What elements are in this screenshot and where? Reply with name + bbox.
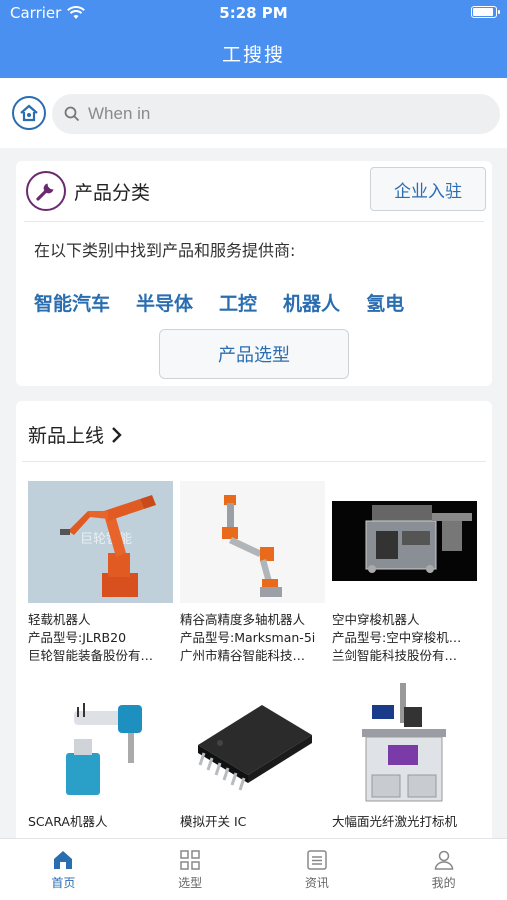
category-card: 产品分类 企业入驻 在以下类别中找到产品和服务提供商: 智能汽车 半导体 工控 … <box>16 161 492 386</box>
home-logo-button[interactable] <box>12 96 46 130</box>
product-card[interactable]: 大幅面光纤激光打标机 <box>332 683 477 831</box>
product-name: 精谷高精度多轴机器人 <box>180 612 306 627</box>
product-card[interactable]: 空中穿梭机器人 产品型号:空中穿梭机… 兰剑智能科技股份有… <box>332 481 477 665</box>
divider <box>24 221 484 222</box>
product-card[interactable]: 模拟开关 IC <box>180 683 325 831</box>
search-row <box>0 78 507 148</box>
new-products-title: 新品上线 <box>28 425 105 447</box>
house-icon <box>20 104 38 122</box>
divider <box>22 461 486 462</box>
new-products-header[interactable]: 新品上线 <box>28 421 122 448</box>
category-link-smart-car[interactable]: 智能汽车 <box>34 289 110 316</box>
new-products-card: 新品上线 巨轮智能 轻载机器人 产品型号:JLRB20 巨轮智能装备股份有… 精… <box>16 401 492 871</box>
status-time: 5:28 PM <box>219 4 288 22</box>
grid-icon <box>180 850 200 870</box>
product-model: 产品型号:空中穿梭机… <box>332 630 462 645</box>
status-bar: Carrier 5:28 PM <box>0 0 507 26</box>
product-name: 空中穿梭机器人 <box>332 612 420 627</box>
product-company: 兰剑智能科技股份有… <box>332 648 458 663</box>
battery-icon <box>471 6 500 18</box>
product-company: 广州市精谷智能科技… <box>180 648 306 663</box>
tab-news[interactable]: 资讯 <box>254 839 381 900</box>
product-model: 产品型号:JLRB20 <box>28 630 127 645</box>
product-card[interactable]: 巨轮智能 轻载机器人 产品型号:JLRB20 巨轮智能装备股份有… <box>28 481 173 665</box>
category-description: 在以下类别中找到产品和服务提供商: <box>34 241 296 260</box>
product-name: 大幅面光纤激光打标机 <box>332 814 458 829</box>
category-link-semiconductor[interactable]: 半导体 <box>136 289 193 316</box>
category-link-robot[interactable]: 机器人 <box>283 289 340 316</box>
product-image-cobot <box>180 481 325 603</box>
product-image-ic-chip <box>180 683 325 805</box>
product-name: 轻载机器人 <box>28 612 91 627</box>
tab-label: 选型 <box>178 876 203 890</box>
product-model: 产品型号:Marksman-5i <box>180 630 316 645</box>
category-title: 产品分类 <box>74 181 151 204</box>
product-image-robot-arm: 巨轮智能 <box>28 481 173 603</box>
category-link-industrial-control[interactable]: 工控 <box>219 289 257 316</box>
product-selection-button[interactable]: 产品选型 <box>159 329 349 379</box>
tab-mine[interactable]: 我的 <box>380 839 507 900</box>
home-icon <box>54 851 73 869</box>
tab-home[interactable]: 首页 <box>0 839 127 900</box>
wrench-icon <box>26 171 66 211</box>
app-header: Carrier 5:28 PM 工搜搜 <box>0 0 507 78</box>
category-header: 产品分类 <box>26 171 150 211</box>
product-image-laser-marker <box>332 683 477 805</box>
product-company: 巨轮智能装备股份有… <box>28 648 154 663</box>
chevron-right-icon <box>112 426 122 443</box>
search-bar[interactable] <box>52 94 500 134</box>
tab-label: 首页 <box>51 876 76 890</box>
tab-selection[interactable]: 选型 <box>127 839 254 900</box>
bottom-tab-bar: 首页 选型 资讯 我的 <box>0 838 507 900</box>
product-name: 模拟开关 IC <box>180 814 247 829</box>
product-card[interactable]: SCARA机器人 <box>28 683 173 831</box>
tab-label: 我的 <box>431 876 456 890</box>
svg-text:巨轮智能: 巨轮智能 <box>80 532 132 547</box>
product-image-scara-robot <box>28 683 173 805</box>
news-icon <box>307 850 327 870</box>
product-image-shuttle-robot <box>332 481 477 603</box>
enterprise-join-button[interactable]: 企业入驻 <box>370 167 486 211</box>
tab-label: 资讯 <box>304 876 329 890</box>
category-link-hydrogen[interactable]: 氢电 <box>366 289 404 316</box>
user-icon <box>434 850 453 870</box>
search-input[interactable] <box>88 104 468 124</box>
product-name: SCARA机器人 <box>28 814 108 829</box>
product-card[interactable]: 精谷高精度多轴机器人 产品型号:Marksman-5i 广州市精谷智能科技… <box>180 481 325 665</box>
page-title: 工搜搜 <box>221 44 285 66</box>
search-icon <box>64 106 80 122</box>
category-links: 智能汽车 半导体 工控 机器人 氢电 <box>34 289 430 316</box>
